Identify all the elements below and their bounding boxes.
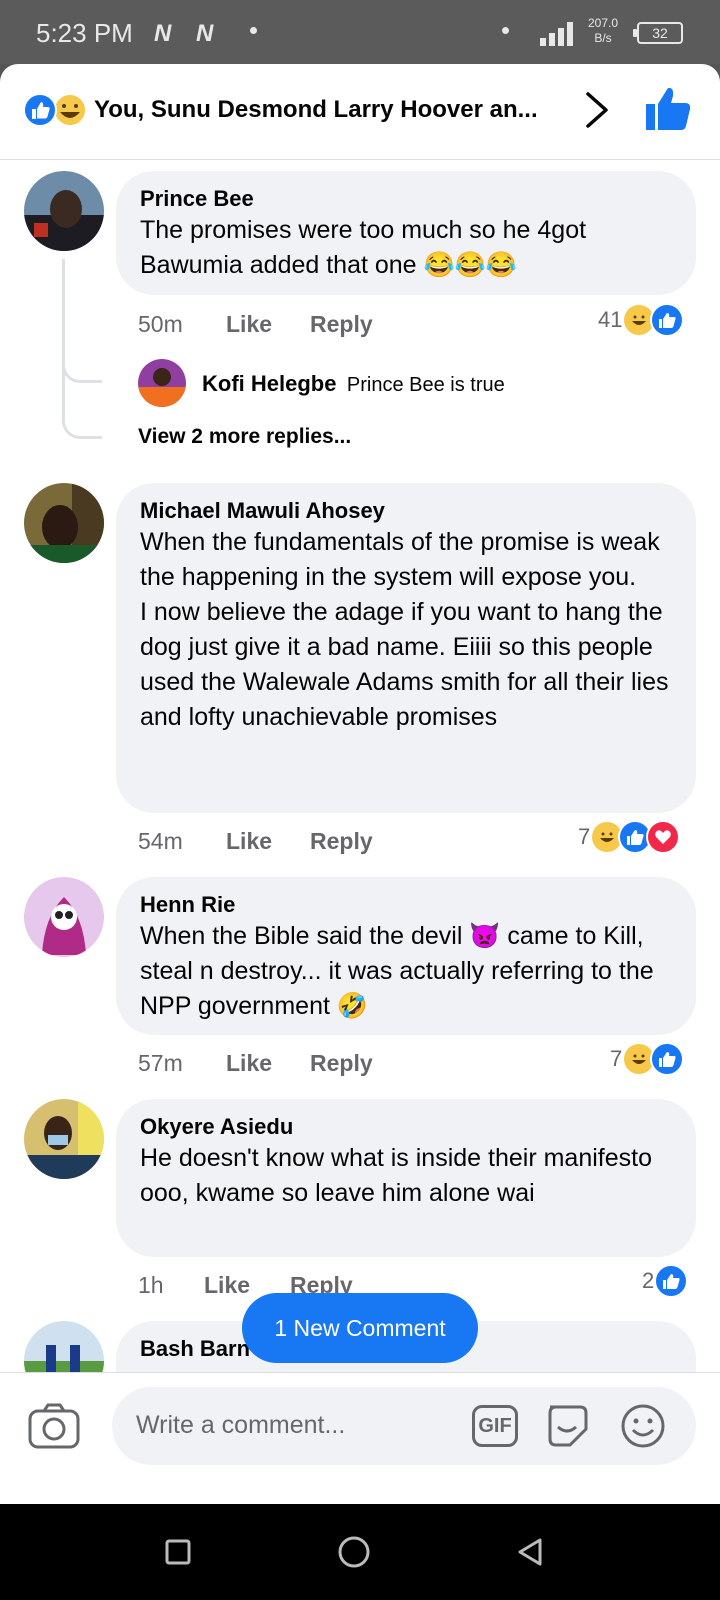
comment-bubble[interactable]: Prince Bee The promises were too much so… xyxy=(116,171,696,295)
chevron-right-icon[interactable] xyxy=(582,90,612,130)
comment-input-placeholder: Write a comment... xyxy=(136,1411,346,1439)
avatar-image xyxy=(24,171,104,251)
avatar-image xyxy=(138,359,186,407)
emoji-icon[interactable] xyxy=(620,1403,666,1449)
reactions-title: You, Sunu Desmond Larry Hoover an... xyxy=(94,96,538,123)
signal-icon xyxy=(540,22,576,46)
reaction-count: 7 xyxy=(578,824,591,849)
reply-comment[interactable]: Kofi Helegbe Prince Bee is true xyxy=(202,371,505,397)
reaction-count: 2 xyxy=(642,1268,655,1293)
comment-author[interactable]: Henn Rie xyxy=(140,891,672,919)
avatar-image xyxy=(24,483,104,563)
comment-bubble[interactable]: Michael Mawuli Ahosey When the fundament… xyxy=(116,483,696,813)
comment-author[interactable]: Prince Bee xyxy=(140,185,672,213)
reply-button[interactable]: Reply xyxy=(310,311,373,338)
comment-time: 54m xyxy=(138,828,183,854)
avatar[interactable] xyxy=(138,359,186,407)
recents-icon[interactable] xyxy=(162,1536,194,1568)
like-button[interactable]: Like xyxy=(226,1050,272,1077)
comment-bubble[interactable]: Okyere Asiedu He doesn't know what is in… xyxy=(116,1099,696,1257)
reply-text: Prince Bee is true xyxy=(346,374,505,396)
notification-dot-icon xyxy=(250,27,257,34)
status-bar: 5:23 PM N N 207.0 B/s 32 xyxy=(0,0,720,64)
avatar-image xyxy=(24,877,104,957)
comment-author[interactable]: Michael Mawuli Ahosey xyxy=(140,497,672,525)
new-comment-button[interactable]: 1 New Comment xyxy=(242,1293,478,1363)
comment-author[interactable]: Okyere Asiedu xyxy=(140,1113,672,1141)
gif-button[interactable]: GIF xyxy=(472,1405,518,1447)
comment-bubble[interactable]: Henn Rie When the Bible said the devil 👿… xyxy=(116,877,696,1035)
comment-text: He doesn't know what is inside their man… xyxy=(140,1144,652,1207)
comment-list[interactable]: Prince Bee The promises were too much so… xyxy=(0,161,720,1463)
reaction-summary-icon xyxy=(23,93,87,127)
network-speed: 207.0 B/s xyxy=(588,16,619,45)
reaction-summary[interactable]: 7 xyxy=(578,820,681,854)
comment-time: 50m xyxy=(138,311,183,337)
avatar[interactable] xyxy=(24,877,104,957)
avatar[interactable] xyxy=(24,483,104,563)
avatar[interactable] xyxy=(24,1099,104,1179)
comment-composer: Write a comment... GIF xyxy=(0,1372,720,1476)
reactions-header[interactable]: You, Sunu Desmond Larry Hoover an... xyxy=(0,64,720,160)
activity-dot-icon xyxy=(502,27,509,34)
reply-author[interactable]: Kofi Helegbe xyxy=(202,371,336,396)
comments-sheet: You, Sunu Desmond Larry Hoover an... Pri… xyxy=(0,64,720,1504)
reply-button[interactable]: Reply xyxy=(310,828,373,855)
view-more-replies-link[interactable]: View 2 more replies... xyxy=(138,425,351,449)
comment-text: When the fundamentals of the promise is … xyxy=(140,528,669,731)
comment-time: 1h xyxy=(138,1272,164,1298)
reaction-summary[interactable]: 7 xyxy=(610,1042,685,1076)
notification-icon: N xyxy=(154,20,171,47)
system-nav-bar xyxy=(0,1504,720,1600)
like-button[interactable]: Like xyxy=(204,1272,250,1299)
like-button[interactable]: Like xyxy=(226,311,272,338)
like-icon[interactable] xyxy=(646,86,692,132)
like-button[interactable]: Like xyxy=(226,828,272,855)
comment-time: 57m xyxy=(138,1050,183,1076)
like-reaction-icon xyxy=(654,1264,689,1298)
status-time: 5:23 PM xyxy=(36,18,133,48)
like-reaction-icon xyxy=(650,1042,685,1076)
comment-text: When the Bible said the devil 👿 came to … xyxy=(140,922,654,1020)
reply-button[interactable]: Reply xyxy=(310,1050,373,1077)
like-reaction-icon xyxy=(650,303,685,337)
reaction-count: 7 xyxy=(610,1046,623,1071)
avatar[interactable] xyxy=(24,171,104,251)
home-icon[interactable] xyxy=(336,1534,372,1570)
reaction-summary[interactable]: 41 xyxy=(598,303,685,337)
reaction-count: 41 xyxy=(598,307,623,332)
sticker-icon[interactable] xyxy=(544,1403,590,1449)
love-reaction-icon xyxy=(646,820,681,854)
avatar-image xyxy=(24,1099,104,1179)
back-icon[interactable] xyxy=(514,1536,546,1568)
comment-input[interactable]: Write a comment... GIF xyxy=(112,1387,696,1465)
battery-icon: 32 xyxy=(633,22,683,44)
comment-text: The promises were too much so he 4got Ba… xyxy=(140,216,587,279)
reaction-summary[interactable]: 2 xyxy=(642,1264,689,1298)
camera-icon[interactable] xyxy=(28,1403,80,1449)
thread-line xyxy=(62,259,102,383)
notification-icon: N xyxy=(196,20,213,47)
